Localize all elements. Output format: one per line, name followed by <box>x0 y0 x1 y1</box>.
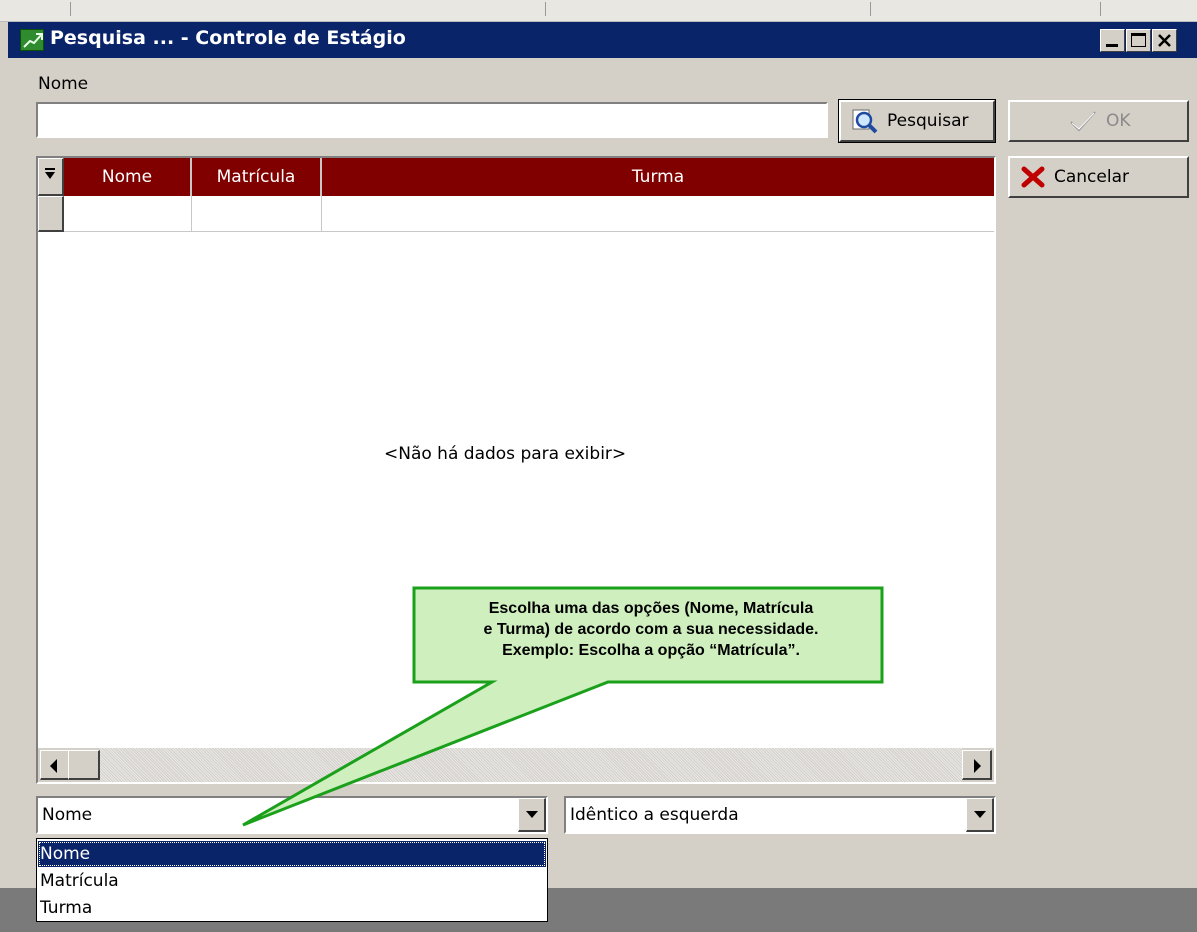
match-mode-value: Idêntico a esquerda <box>570 805 739 825</box>
column-header-matricula[interactable]: Matrícula <box>192 158 322 196</box>
field-select-value: Nome <box>42 805 93 825</box>
column-chooser-icon <box>45 172 55 179</box>
column-header-nome[interactable]: Nome <box>64 158 192 196</box>
table-cell[interactable] <box>64 196 192 232</box>
minimize-icon <box>1106 44 1118 47</box>
scroll-right-button[interactable] <box>962 750 992 780</box>
cancel-x-icon <box>1020 165 1046 189</box>
results-grid[interactable]: Nome Matrícula Turma <Não há dados para … <box>36 156 996 784</box>
option-matricula[interactable]: Matrícula <box>38 868 546 894</box>
window-title: Pesquisa ... - Controle de Estágio <box>50 27 406 49</box>
close-icon <box>1158 34 1171 47</box>
arrow-right-icon <box>974 759 981 773</box>
magnifier-icon <box>851 108 879 134</box>
column-chooser-button[interactable] <box>38 158 64 196</box>
search-dialog: Pesquisa ... - Controle de Estágio Nome … <box>8 22 1197 922</box>
search-input[interactable] <box>36 102 828 138</box>
horizontal-scrollbar[interactable] <box>38 748 994 782</box>
search-button[interactable]: Pesquisar <box>839 100 995 142</box>
checkmark-icon <box>1068 109 1098 133</box>
scrollbar-track[interactable] <box>100 748 962 782</box>
strip-divider <box>70 2 71 16</box>
match-mode-dropdown-button[interactable] <box>966 798 994 832</box>
cancel-button[interactable]: Cancelar <box>1008 156 1189 198</box>
ok-button[interactable]: OK <box>1008 100 1189 142</box>
column-chooser-bar <box>45 168 55 170</box>
match-mode-select[interactable]: Idêntico a esquerda <box>564 796 996 834</box>
callout-line: Escolha uma das opções (Nome, Matrícula <box>488 600 814 617</box>
maximize-button[interactable] <box>1126 29 1151 52</box>
maximize-icon <box>1131 33 1146 47</box>
strip-divider <box>545 2 546 16</box>
ok-button-label: OK <box>1106 111 1131 131</box>
grid-header: Nome Matrícula Turma <box>38 158 994 196</box>
search-field-label: Nome <box>38 74 89 94</box>
field-select[interactable]: Nome <box>36 796 548 834</box>
close-button[interactable] <box>1152 29 1177 52</box>
chevron-down-icon <box>974 811 986 818</box>
empty-grid-message: <Não há dados para exibir> <box>384 444 627 464</box>
title-bar[interactable]: Pesquisa ... - Controle de Estágio <box>8 22 1197 58</box>
field-select-dropdown-button[interactable] <box>518 798 546 832</box>
search-button-label: Pesquisar <box>887 111 969 131</box>
table-cell[interactable] <box>192 196 322 232</box>
callout-line: Exemplo: Escolha a opção “Matrícula”. <box>502 642 800 659</box>
arrow-left-icon <box>50 759 57 773</box>
row-indicator[interactable] <box>38 196 64 232</box>
app-logo-icon <box>20 29 44 51</box>
callout-line: e Turma) de acordo com a sua necessidade… <box>483 621 819 638</box>
callout-text: Escolha uma das opções (Nome, Matrícula … <box>418 598 884 674</box>
cancel-button-label: Cancelar <box>1054 167 1129 187</box>
strip-divider <box>1100 2 1101 16</box>
scroll-left-button[interactable] <box>40 750 70 780</box>
chevron-down-icon <box>526 811 538 818</box>
background-app-strip <box>0 0 1197 22</box>
option-turma[interactable]: Turma <box>38 895 546 921</box>
minimize-button[interactable] <box>1100 29 1125 52</box>
table-cell[interactable] <box>322 196 994 232</box>
field-options-list[interactable]: Nome Matrícula Turma <box>36 838 548 922</box>
column-header-turma[interactable]: Turma <box>322 158 994 196</box>
option-nome[interactable]: Nome <box>38 841 546 867</box>
scrollbar-thumb[interactable] <box>68 750 100 780</box>
strip-divider <box>870 2 871 16</box>
table-row[interactable] <box>38 196 994 232</box>
